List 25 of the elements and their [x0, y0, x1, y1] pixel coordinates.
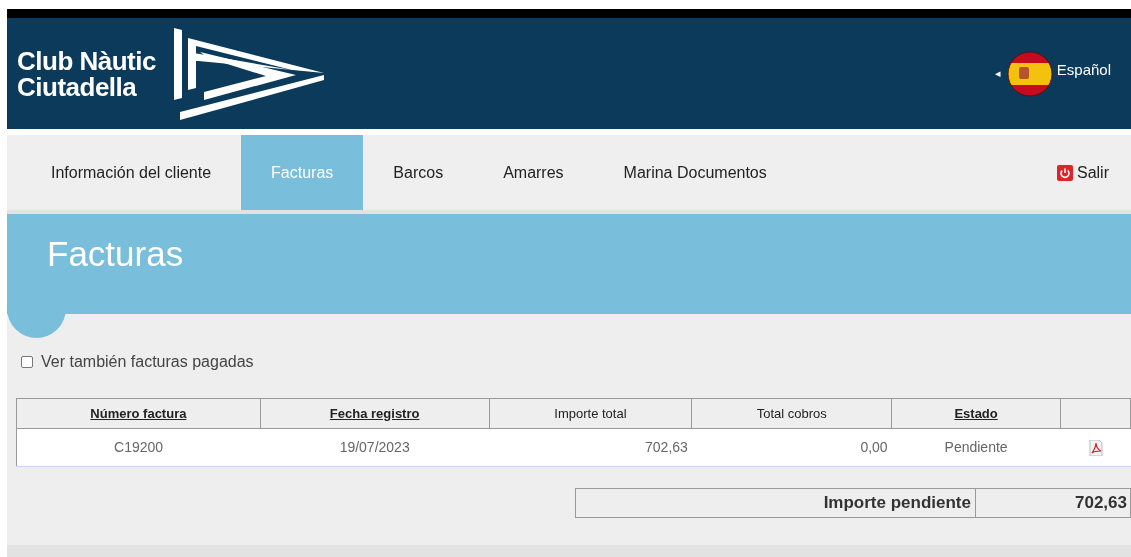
table-cell: 19/07/2023	[339, 439, 410, 455]
checkbox-label[interactable]: Ver también facturas pagadas	[41, 350, 254, 374]
pdf-icon[interactable]	[1088, 440, 1103, 457]
checkbox[interactable]	[21, 356, 33, 368]
nav-tab[interactable]: Barcos	[363, 135, 474, 210]
table-cell: C19200	[114, 439, 164, 455]
column-header: Total cobros	[756, 405, 827, 421]
logout-button[interactable]: Salir	[1057, 135, 1109, 210]
nav-tab[interactable]: Marina Documentos	[593, 135, 797, 210]
table-cell: Pendiente	[944, 439, 1008, 455]
logo-text: Ciutadella	[17, 73, 138, 100]
caret-icon[interactable]: ◂	[994, 65, 1001, 82]
logo-icon	[173, 27, 324, 120]
summary-value: 702,63	[1074, 492, 1128, 515]
column-header[interactable]: Estado	[954, 405, 998, 421]
page-title: Facturas	[47, 232, 184, 275]
logo-text: Club Nàutic	[17, 47, 156, 74]
nav-tab[interactable]: Amarres	[473, 135, 594, 210]
nav-tab[interactable]: Información del cliente	[21, 135, 242, 210]
table-cell: 702,63	[645, 439, 688, 455]
column-header: Importe total	[554, 405, 627, 421]
summary-label: Importe pendiente	[576, 489, 976, 517]
power-icon	[1057, 164, 1073, 181]
language-label[interactable]: Español	[1056, 59, 1111, 82]
table-cell: 0,00	[860, 439, 888, 455]
